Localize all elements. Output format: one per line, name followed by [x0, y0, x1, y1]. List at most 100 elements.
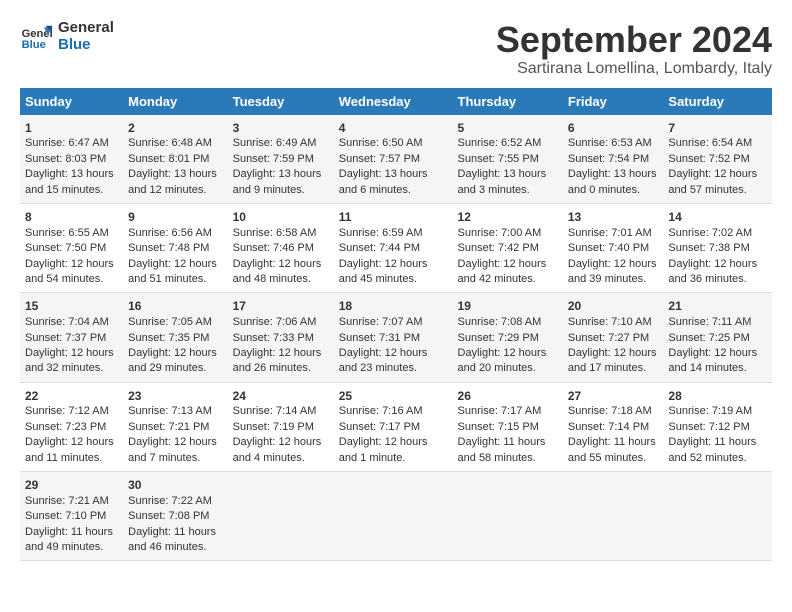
calendar-cell: 12Sunrise: 7:00 AMSunset: 7:42 PMDayligh…	[453, 203, 563, 292]
daylight-text: Daylight: 11 hours and 58 minutes.	[458, 435, 558, 466]
sunset-text: Sunset: 7:29 PM	[458, 331, 558, 346]
day-number: 21	[668, 298, 767, 315]
day-number: 6	[568, 120, 659, 137]
calendar-cell: 19Sunrise: 7:08 AMSunset: 7:29 PMDayligh…	[453, 293, 563, 382]
sunrise-text: Sunrise: 7:00 AM	[458, 226, 558, 241]
day-number: 11	[339, 209, 448, 226]
header-cell-saturday: Saturday	[663, 88, 772, 115]
sunset-text: Sunset: 7:57 PM	[339, 152, 448, 167]
sunset-text: Sunset: 7:19 PM	[233, 420, 329, 435]
daylight-text: Daylight: 13 hours and 0 minutes.	[568, 167, 659, 198]
daylight-text: Daylight: 12 hours and 48 minutes.	[233, 257, 329, 288]
day-number: 18	[339, 298, 448, 315]
sunset-text: Sunset: 7:48 PM	[128, 241, 222, 256]
day-number: 14	[668, 209, 767, 226]
calendar-cell: 30Sunrise: 7:22 AMSunset: 7:08 PMDayligh…	[123, 472, 227, 561]
daylight-text: Daylight: 11 hours and 49 minutes.	[25, 525, 118, 556]
daylight-text: Daylight: 13 hours and 6 minutes.	[339, 167, 448, 198]
day-number: 29	[25, 477, 118, 494]
logo-icon: General Blue	[20, 21, 52, 53]
daylight-text: Daylight: 12 hours and 7 minutes.	[128, 435, 222, 466]
calendar-cell: 25Sunrise: 7:16 AMSunset: 7:17 PMDayligh…	[334, 382, 453, 471]
header-cell-monday: Monday	[123, 88, 227, 115]
sunrise-text: Sunrise: 7:05 AM	[128, 315, 222, 330]
daylight-text: Daylight: 11 hours and 55 minutes.	[568, 435, 659, 466]
sunset-text: Sunset: 7:38 PM	[668, 241, 767, 256]
sunset-text: Sunset: 7:40 PM	[568, 241, 659, 256]
calendar-cell	[453, 472, 563, 561]
week-row-1: 1Sunrise: 6:47 AMSunset: 8:03 PMDaylight…	[20, 115, 772, 204]
page-title: September 2024	[496, 20, 772, 60]
sunset-text: Sunset: 7:33 PM	[233, 331, 329, 346]
sunrise-text: Sunrise: 6:58 AM	[233, 226, 329, 241]
sunrise-text: Sunrise: 7:21 AM	[25, 494, 118, 509]
calendar-cell: 13Sunrise: 7:01 AMSunset: 7:40 PMDayligh…	[563, 203, 664, 292]
sunrise-text: Sunrise: 6:53 AM	[568, 136, 659, 151]
sunset-text: Sunset: 8:03 PM	[25, 152, 118, 167]
calendar-cell: 28Sunrise: 7:19 AMSunset: 7:12 PMDayligh…	[663, 382, 772, 471]
sunset-text: Sunset: 7:44 PM	[339, 241, 448, 256]
day-number: 4	[339, 120, 448, 137]
sunrise-text: Sunrise: 7:06 AM	[233, 315, 329, 330]
daylight-text: Daylight: 12 hours and 54 minutes.	[25, 257, 118, 288]
calendar-cell: 2Sunrise: 6:48 AMSunset: 8:01 PMDaylight…	[123, 115, 227, 204]
sunset-text: Sunset: 7:59 PM	[233, 152, 329, 167]
sunrise-text: Sunrise: 7:19 AM	[668, 404, 767, 419]
sunset-text: Sunset: 7:27 PM	[568, 331, 659, 346]
daylight-text: Daylight: 13 hours and 9 minutes.	[233, 167, 329, 198]
calendar-cell	[334, 472, 453, 561]
sunset-text: Sunset: 7:12 PM	[668, 420, 767, 435]
sunset-text: Sunset: 7:35 PM	[128, 331, 222, 346]
day-number: 25	[339, 388, 448, 405]
day-number: 12	[458, 209, 558, 226]
day-number: 13	[568, 209, 659, 226]
calendar-cell	[563, 472, 664, 561]
daylight-text: Daylight: 13 hours and 15 minutes.	[25, 167, 118, 198]
calendar-cell: 10Sunrise: 6:58 AMSunset: 7:46 PMDayligh…	[228, 203, 334, 292]
sunset-text: Sunset: 7:21 PM	[128, 420, 222, 435]
daylight-text: Daylight: 12 hours and 14 minutes.	[668, 346, 767, 377]
daylight-text: Daylight: 12 hours and 51 minutes.	[128, 257, 222, 288]
sunrise-text: Sunrise: 6:55 AM	[25, 226, 118, 241]
day-number: 23	[128, 388, 222, 405]
calendar-cell: 15Sunrise: 7:04 AMSunset: 7:37 PMDayligh…	[20, 293, 123, 382]
calendar-cell: 7Sunrise: 6:54 AMSunset: 7:52 PMDaylight…	[663, 115, 772, 204]
sunrise-text: Sunrise: 7:22 AM	[128, 494, 222, 509]
sunrise-text: Sunrise: 7:16 AM	[339, 404, 448, 419]
day-number: 1	[25, 120, 118, 137]
day-number: 15	[25, 298, 118, 315]
calendar-cell: 16Sunrise: 7:05 AMSunset: 7:35 PMDayligh…	[123, 293, 227, 382]
sunrise-text: Sunrise: 7:08 AM	[458, 315, 558, 330]
sunset-text: Sunset: 7:23 PM	[25, 420, 118, 435]
calendar-cell: 24Sunrise: 7:14 AMSunset: 7:19 PMDayligh…	[228, 382, 334, 471]
day-number: 10	[233, 209, 329, 226]
calendar-cell: 8Sunrise: 6:55 AMSunset: 7:50 PMDaylight…	[20, 203, 123, 292]
day-number: 24	[233, 388, 329, 405]
sunrise-text: Sunrise: 6:49 AM	[233, 136, 329, 151]
sunrise-text: Sunrise: 6:47 AM	[25, 136, 118, 151]
daylight-text: Daylight: 12 hours and 17 minutes.	[568, 346, 659, 377]
sunrise-text: Sunrise: 7:01 AM	[568, 226, 659, 241]
week-row-5: 29Sunrise: 7:21 AMSunset: 7:10 PMDayligh…	[20, 472, 772, 561]
day-number: 2	[128, 120, 222, 137]
day-number: 19	[458, 298, 558, 315]
daylight-text: Daylight: 12 hours and 20 minutes.	[458, 346, 558, 377]
day-number: 9	[128, 209, 222, 226]
sunset-text: Sunset: 7:42 PM	[458, 241, 558, 256]
week-row-2: 8Sunrise: 6:55 AMSunset: 7:50 PMDaylight…	[20, 203, 772, 292]
daylight-text: Daylight: 12 hours and 45 minutes.	[339, 257, 448, 288]
daylight-text: Daylight: 12 hours and 29 minutes.	[128, 346, 222, 377]
calendar-cell: 23Sunrise: 7:13 AMSunset: 7:21 PMDayligh…	[123, 382, 227, 471]
header-row: SundayMondayTuesdayWednesdayThursdayFrid…	[20, 88, 772, 115]
day-number: 3	[233, 120, 329, 137]
day-number: 16	[128, 298, 222, 315]
sunset-text: Sunset: 7:37 PM	[25, 331, 118, 346]
calendar-cell: 14Sunrise: 7:02 AMSunset: 7:38 PMDayligh…	[663, 203, 772, 292]
sunset-text: Sunset: 7:17 PM	[339, 420, 448, 435]
day-number: 26	[458, 388, 558, 405]
week-row-4: 22Sunrise: 7:12 AMSunset: 7:23 PMDayligh…	[20, 382, 772, 471]
title-section: September 2024 Sartirana Lomellina, Lomb…	[496, 20, 772, 78]
sunrise-text: Sunrise: 7:02 AM	[668, 226, 767, 241]
sunrise-text: Sunrise: 7:17 AM	[458, 404, 558, 419]
sunrise-text: Sunrise: 7:10 AM	[568, 315, 659, 330]
